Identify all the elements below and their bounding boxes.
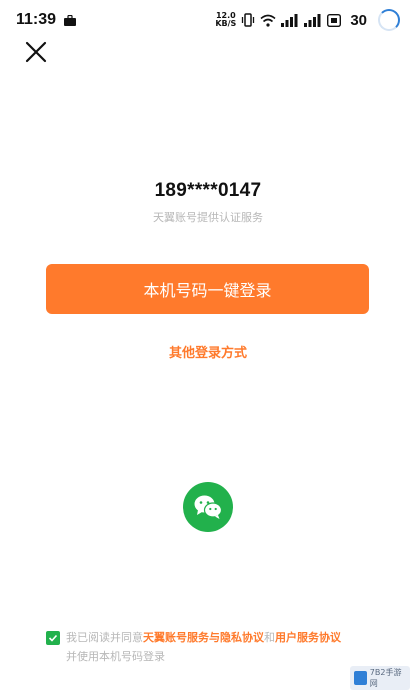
site-watermark: 7B2手游网 [350,666,410,690]
agreement-conjunction: 和 [264,631,275,644]
watermark-text: 7B2手游网 [369,668,402,688]
status-time: 11:39 [16,11,57,28]
one-click-login-button[interactable]: 本机号码一键登录 [46,264,369,314]
check-icon [48,634,58,642]
briefcase-icon [64,14,77,26]
battery-level: 30 [350,11,367,29]
wifi-icon [260,14,276,27]
agreement-prefix: 我已阅读并同意 [66,631,143,644]
status-right: 12.0 KB/S 30 [215,9,400,31]
signal-icon-2 [304,13,321,27]
signal-icon-1 [281,13,298,27]
masked-phone-number: 189****0147 [154,180,262,201]
network-speed: 12.0 KB/S [215,12,236,28]
status-bar: 11:39 12.0 KB/S 30 [0,0,416,40]
watermark-logo-icon [354,671,367,685]
wechat-login-button[interactable] [183,482,233,532]
agreement-block: 我已阅读并同意天翼账号服务与隐私协议和用户服务协议并使用本机号码登录 [46,628,376,666]
battery-ring-icon [378,9,400,31]
hd-icon [327,13,342,27]
other-login-methods-link[interactable]: 其他登录方式 [0,342,416,361]
agreement-checkbox[interactable] [46,631,60,645]
user-service-agreement-link[interactable]: 用户服务协议 [275,631,341,644]
wechat-icon [194,495,223,519]
auth-provider-note: 天翼账号提供认证服务 [153,211,263,224]
agreement-suffix: 并使用本机号码登录 [66,650,165,663]
vibrate-icon [242,13,255,27]
close-icon [25,41,47,63]
tianyi-privacy-agreement-link[interactable]: 天翼账号服务与隐私协议 [143,631,264,644]
status-left: 11:39 [16,11,77,29]
agreement-text: 我已阅读并同意天翼账号服务与隐私协议和用户服务协议并使用本机号码登录 [46,628,376,666]
close-button[interactable] [22,38,50,66]
network-speed-unit: KB/S [215,19,237,28]
